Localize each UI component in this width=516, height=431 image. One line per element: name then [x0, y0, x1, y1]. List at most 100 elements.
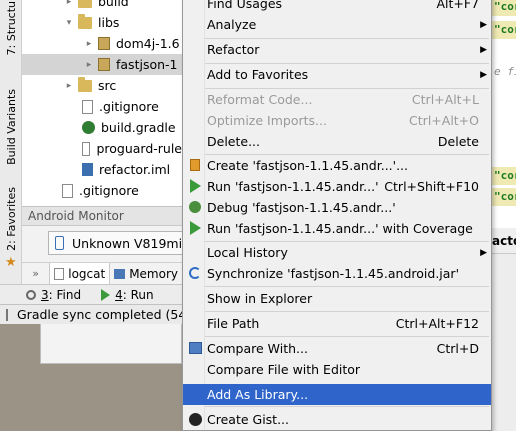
tab-memory[interactable]: Memory	[110, 263, 182, 285]
gradle-icon	[82, 121, 95, 134]
menu-item-label: Debug 'fastjson-1.1.45.andr...'	[207, 200, 396, 215]
logcat-icon	[54, 267, 65, 280]
folder-icon	[78, 0, 92, 8]
tree-node-refactor-iml[interactable]: refactor.iml	[22, 159, 182, 180]
find-tool-button[interactable]: 3: Find	[26, 288, 81, 302]
file-icon	[82, 141, 91, 156]
menu-separator	[205, 406, 489, 407]
menu-item-label: Local History	[207, 245, 288, 260]
status-message: Gradle sync completed (54	[17, 307, 182, 322]
tree-node-gitignore[interactable]: .gitignore	[22, 96, 182, 117]
tree-node-root-gitignore[interactable]: .gitignore	[22, 180, 182, 201]
menu-item-compare-with[interactable]: Compare With... Ctrl+D	[183, 338, 491, 359]
tab-logcat[interactable]: logcat	[49, 262, 111, 284]
device-selector[interactable]: Unknown V819mini	[48, 231, 182, 255]
menu-item-label: Analyze	[207, 17, 257, 32]
menu-item-shortcut: Alt+F7	[436, 0, 479, 11]
menu-separator	[205, 286, 489, 287]
tree-node-build-gradle[interactable]: build.gradle	[22, 117, 182, 138]
menu-item-local-history[interactable]: Local History ▶	[183, 242, 491, 263]
find-number: 3	[41, 287, 49, 302]
editor-fragment: "cor "cor e fi "cor "cor	[492, 0, 516, 228]
expand-arrow-icon[interactable]: ▸	[64, 0, 74, 7]
tree-node-label: fastjson-1	[116, 57, 178, 72]
menu-item-label: Show in Explorer	[207, 291, 313, 306]
menu-item-shortcut: Delete	[437, 134, 479, 149]
file-icon	[82, 99, 93, 114]
tree-node-label: proguard-rule	[96, 141, 182, 156]
run-tool-button[interactable]: 4: Run	[101, 288, 154, 302]
more-tabs-icon[interactable]: »	[22, 267, 49, 280]
collapse-arrow-icon[interactable]: ▾	[64, 18, 74, 28]
tree-node-label: refactor.iml	[99, 162, 171, 177]
menu-item-create-config[interactable]: Create 'fastjson-1.1.45.andr...'...	[183, 155, 491, 176]
tree-node-build[interactable]: ▸ build	[22, 0, 182, 12]
menu-item-label: Run 'fastjson-1.1.45.andr...' with Cover…	[207, 221, 473, 236]
menu-item-find-usages[interactable]: Find Usages Alt+F7	[183, 0, 491, 14]
jar-icon	[98, 58, 110, 71]
menu-item-shortcut: Ctrl+Alt+L	[411, 92, 479, 107]
create-config-icon	[188, 158, 202, 172]
menu-item-reformat-code[interactable]: Reformat Code... Ctrl+Alt+L	[183, 89, 491, 110]
menu-item-run-with-coverage[interactable]: Run 'fastjson-1.1.45.andr...' with Cover…	[183, 218, 491, 239]
right-panel-label: acto	[492, 234, 516, 248]
menu-item-label: Synchronize 'fastjson-1.1.45.android.jar…	[207, 266, 460, 281]
expand-arrow-icon[interactable]: ▸	[84, 60, 94, 70]
menu-item-create-gist[interactable]: Create Gist...	[183, 409, 491, 430]
right-panel-header: acto	[492, 228, 516, 254]
tab-logcat-label: logcat	[68, 266, 106, 281]
structure-tab-label: 7: Structu	[4, 0, 18, 56]
menu-item-label: Create 'fastjson-1.1.45.andr...'...	[207, 158, 409, 173]
status-toggle-icon[interactable]	[6, 308, 8, 321]
menu-item-refactor[interactable]: Refactor ▶	[183, 39, 491, 60]
github-icon	[188, 412, 202, 426]
android-monitor-header: Android Monitor	[22, 206, 182, 226]
tree-node-fastjson[interactable]: ▸ fastjson-1	[22, 54, 182, 75]
menu-item-shortcut: Ctrl+Shift+F10	[384, 179, 479, 194]
tree-node-label: build	[98, 0, 129, 9]
menu-item-label: Compare With...	[207, 341, 308, 356]
device-name: Unknown V819mini	[72, 235, 182, 251]
project-tree: ▸ build ▾ libs ▸ dom4j-1.6 ▸ fastjson-1 …	[22, 0, 182, 206]
right-background	[492, 254, 516, 431]
submenu-arrow-icon: ▶	[480, 44, 487, 55]
tree-node-libs[interactable]: ▾ libs	[22, 12, 182, 33]
build-variants-tab[interactable]: Build Variants	[0, 78, 22, 176]
menu-item-label: Run 'fastjson-1.1.45.andr...'	[207, 179, 379, 194]
menu-item-analyze[interactable]: Analyze ▶	[183, 14, 491, 35]
structure-tab[interactable]: 7: Structu	[0, 0, 22, 56]
menu-item-synchronize[interactable]: Synchronize 'fastjson-1.1.45.android.jar…	[183, 263, 491, 284]
expand-arrow-icon[interactable]: ▸	[64, 81, 74, 91]
menu-item-file-path[interactable]: File Path Ctrl+Alt+F12	[183, 313, 491, 334]
menu-item-label: Reformat Code...	[207, 92, 313, 107]
jar-icon	[98, 37, 110, 50]
expand-arrow-icon[interactable]: ▸	[84, 39, 94, 49]
tree-node-proguard[interactable]: proguard-rule	[22, 138, 182, 159]
menu-item-shortcut: Ctrl+Alt+F12	[395, 316, 479, 331]
desktop-background	[0, 324, 182, 431]
editor-line: "cor	[492, 0, 516, 16]
tree-node-dom4j[interactable]: ▸ dom4j-1.6	[22, 33, 182, 54]
tree-node-src[interactable]: ▸ src	[22, 75, 182, 96]
folder-icon	[78, 13, 92, 29]
favorites-tab[interactable]: 2: Favorites	[0, 186, 22, 252]
menu-item-delete[interactable]: Delete... Delete	[183, 131, 491, 152]
submenu-arrow-icon: ▶	[480, 69, 487, 80]
menu-item-debug[interactable]: Debug 'fastjson-1.1.45.andr...'	[183, 197, 491, 218]
submenu-arrow-icon: ▶	[480, 247, 487, 258]
menu-item-compare-file-with-editor[interactable]: Compare File with Editor	[183, 359, 491, 380]
menu-item-label: Compare File with Editor	[207, 362, 361, 377]
folder-icon	[78, 76, 92, 92]
menu-item-run[interactable]: Run 'fastjson-1.1.45.andr...' Ctrl+Shift…	[183, 176, 491, 197]
phone-icon	[55, 236, 64, 250]
menu-item-add-to-favorites[interactable]: Add to Favorites ▶	[183, 64, 491, 85]
build-variants-tab-label: Build Variants	[4, 89, 18, 165]
menu-separator	[205, 336, 489, 337]
coverage-icon	[188, 221, 202, 235]
compare-icon	[188, 341, 202, 355]
submenu-arrow-icon: ▶	[480, 19, 487, 30]
menu-item-shortcut: Ctrl+D	[436, 341, 479, 356]
menu-item-add-as-library[interactable]: Add As Library...	[183, 384, 491, 405]
menu-item-show-in-explorer[interactable]: Show in Explorer	[183, 288, 491, 309]
menu-item-optimize-imports[interactable]: Optimize Imports... Ctrl+Alt+O	[183, 110, 491, 131]
